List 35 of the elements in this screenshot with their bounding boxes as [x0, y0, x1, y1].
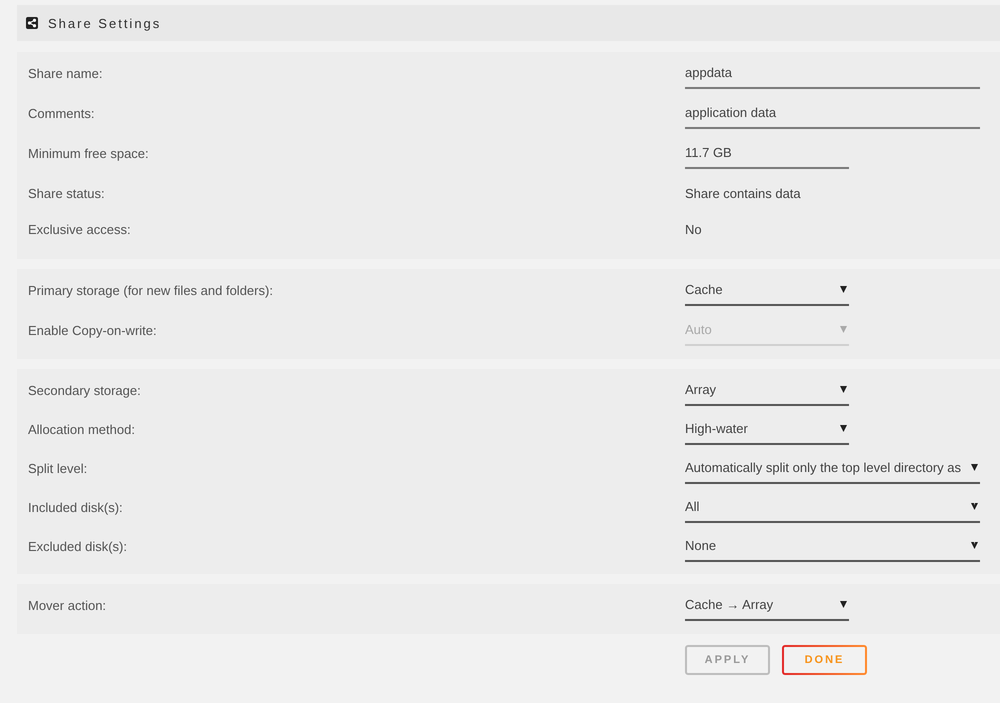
caret-icon — [840, 286, 847, 292]
dropdown[interactable]: All — [685, 491, 980, 523]
field-label: Comments: — [28, 106, 94, 120]
caret-icon — [840, 386, 847, 392]
field-label: Primary storage (for new files and folders): — [28, 282, 273, 298]
field-label: Mover action: — [28, 598, 106, 612]
caret-icon — [840, 326, 847, 332]
dropdown[interactable]: Automatically split only the top level directory as — [685, 452, 980, 484]
dropdown[interactable]: High-water — [685, 413, 849, 445]
field-label: Split level: — [28, 460, 88, 476]
text-input[interactable]: appdata — [685, 57, 980, 89]
field-label: Included disk(s): — [28, 500, 123, 514]
caret-icon — [971, 464, 978, 470]
dropdown[interactable]: Array — [685, 374, 849, 406]
field-label: Enable Copy-on-write: — [28, 322, 157, 338]
text-input[interactable]: application data — [685, 97, 980, 129]
caret-icon — [971, 502, 978, 510]
field-label: Exclusive access: — [28, 222, 131, 236]
caret-icon — [840, 424, 847, 432]
caret-icon — [971, 542, 978, 548]
dropdown[interactable]: Cache → Array — [685, 589, 849, 621]
field-value: No — [685, 222, 702, 236]
caret-icon — [840, 600, 847, 608]
panel-title: Share Settings — [48, 16, 162, 30]
field-label: Allocation method: — [28, 422, 135, 436]
text-input[interactable]: 11.7 GB — [685, 137, 849, 169]
share-icon — [26, 17, 38, 29]
field-label: Share status: — [28, 186, 105, 200]
dropdown[interactable]: Cache — [685, 274, 849, 306]
field-label: Secondary storage: — [28, 382, 141, 398]
field-label: Share name: — [28, 66, 102, 80]
field-label: Minimum free space: — [28, 146, 149, 160]
dropdown[interactable]: None — [685, 530, 980, 562]
field-label: Excluded disk(s): — [28, 538, 127, 554]
field-value: Share contains data — [685, 186, 801, 200]
